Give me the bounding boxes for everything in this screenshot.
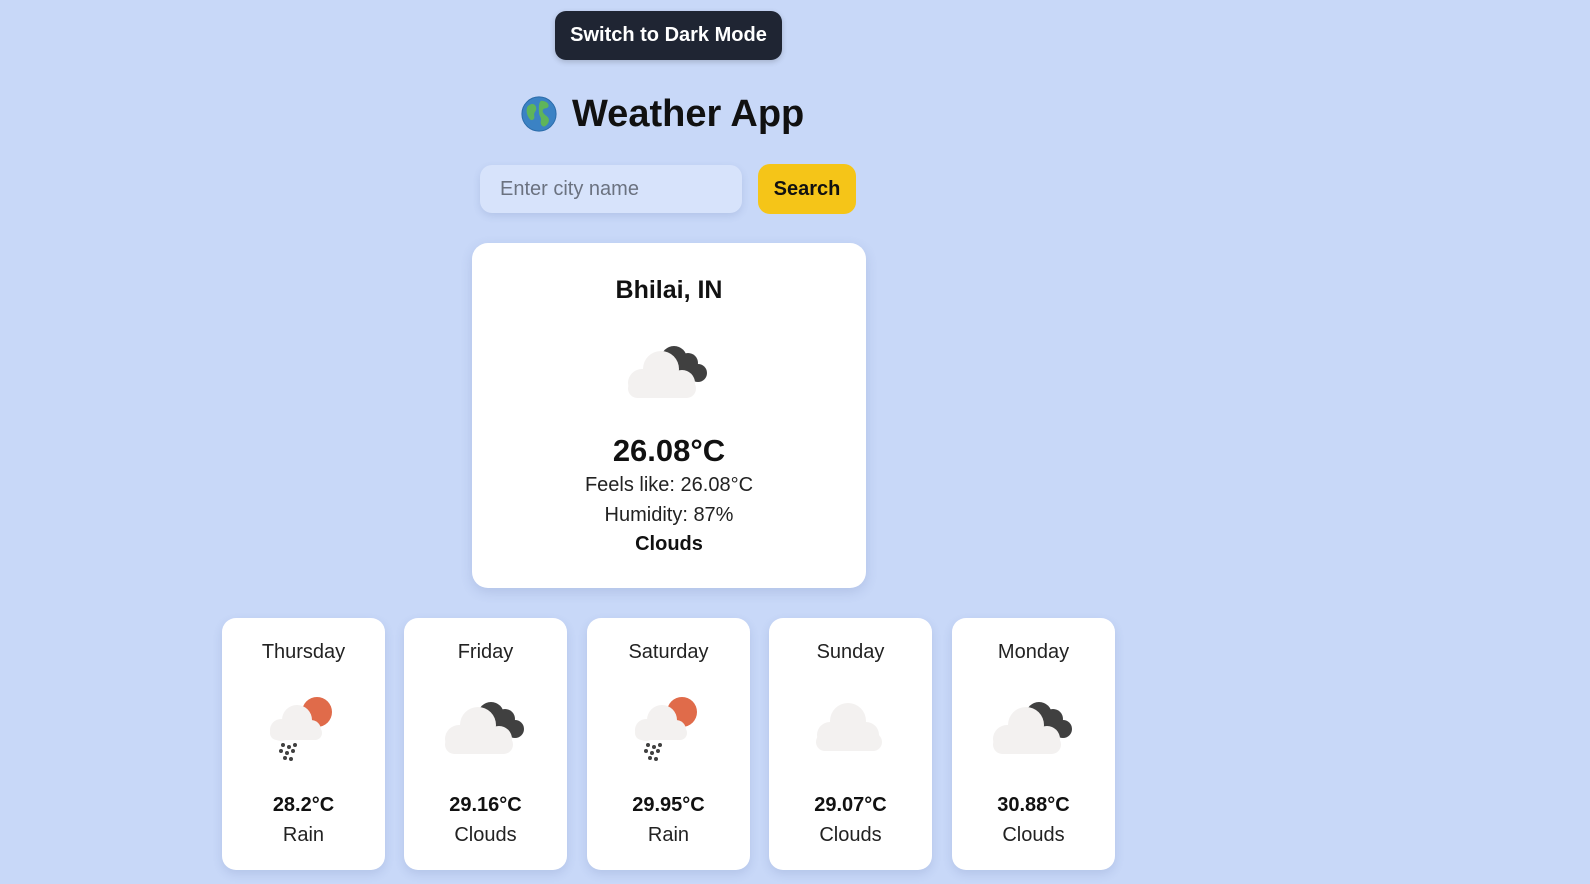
forecast-condition: Clouds [454,824,517,846]
page-header: Weather App [520,88,830,140]
forecast-condition: Clouds [1002,824,1065,846]
weather-condition: Clouds [635,533,703,555]
forecast-day: Thursday [261,641,346,663]
forecast-day: Sunday [816,641,885,663]
rain-sun-icon [259,690,349,762]
forecast-day: Saturday [628,641,709,663]
forecast-condition: Rain [647,824,690,846]
forecast-card: Friday 29.16°C Clouds [404,618,567,870]
forecast-card: Thursday 28.2°C Rain [222,618,385,870]
forecast-day: Friday [457,641,514,663]
forecast-day: Monday [997,641,1070,663]
cloud-icon [806,690,896,762]
current-weather-card: Bhilai, IN 26.08°C Feels like: 26.08°C H… [472,243,866,588]
humidity: Humidity: 87% [604,504,734,526]
forecast-temperature: 29.95°C [632,794,705,816]
forecast-temperature: 29.16°C [449,794,522,816]
weather-app: Switch to Dark Mode Weather App Search B… [0,0,1590,884]
forecast-card: Monday 30.88°C Clouds [952,618,1115,870]
globe-icon [521,96,557,132]
forecast-condition: Rain [282,824,325,846]
feels-like: Feels like: 26.08°C [584,474,754,496]
forecast-condition: Clouds [819,824,882,846]
broken-clouds-icon [624,335,714,405]
broken-clouds-icon [989,690,1079,762]
search-button[interactable]: Search [758,164,856,214]
broken-clouds-icon [441,690,531,762]
rain-sun-icon [624,690,714,762]
forecast-card: Saturday 29.95°C Rain [587,618,750,870]
city-name: Bhilai, IN [615,276,723,304]
forecast-temperature: 28.2°C [272,794,335,816]
city-search-input[interactable] [480,165,742,213]
forecast-temperature: 30.88°C [997,794,1070,816]
forecast-card: Sunday 29.07°C Clouds [769,618,932,870]
current-temperature: 26.08°C [612,433,726,468]
dark-mode-toggle-button[interactable]: Switch to Dark Mode [555,11,782,60]
forecast-temperature: 29.07°C [814,794,887,816]
page-title: Weather App [572,92,805,135]
